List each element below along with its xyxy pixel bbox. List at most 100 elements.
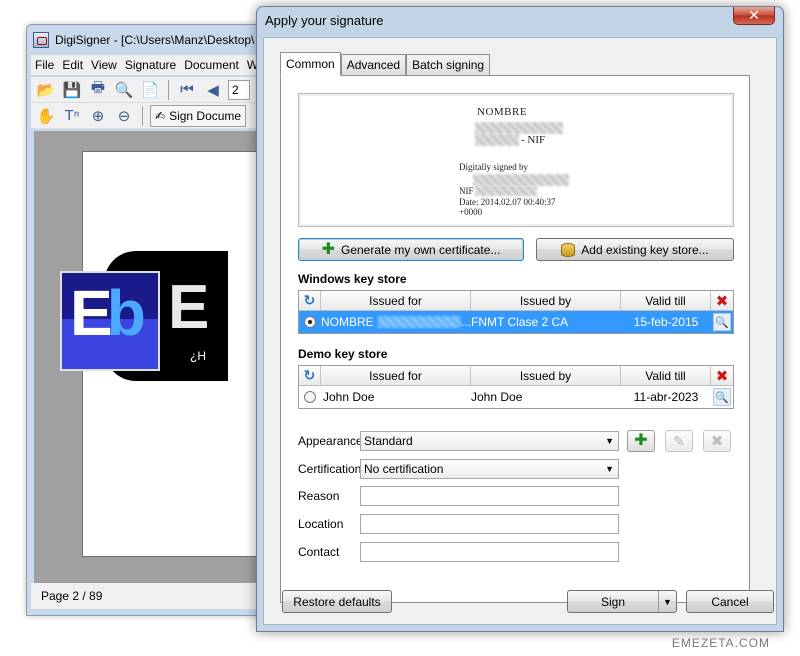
column-issued-for[interactable]: Issued for xyxy=(321,291,471,310)
toolbar-separator xyxy=(168,79,169,100)
sign-label: Sign xyxy=(600,594,626,609)
delete-store-button[interactable]: ✖ xyxy=(711,366,733,385)
plus-icon: ✚ xyxy=(634,432,648,449)
plus-icon: ✚ xyxy=(321,240,335,258)
column-valid-till[interactable]: Valid till xyxy=(621,366,711,385)
text-select-icon[interactable]: Tⁿ xyxy=(61,105,83,127)
digisigner-app-icon xyxy=(33,32,49,48)
add-appearance-button[interactable]: ✚ xyxy=(627,430,655,452)
delete-icon: ✖ xyxy=(715,292,729,310)
column-valid-till[interactable]: Valid till xyxy=(621,291,711,310)
edit-appearance-button[interactable]: ✎ xyxy=(665,430,693,452)
sign-options-dropdown[interactable]: ▼ xyxy=(658,591,676,612)
zoom-in-icon[interactable]: ⊕ xyxy=(87,105,109,127)
tab-advanced[interactable]: Advanced xyxy=(340,54,407,75)
logo-letter-e: E xyxy=(70,277,113,349)
status-bar: Page 2 / 89 xyxy=(31,583,275,609)
redacted-id xyxy=(475,134,519,146)
contact-field[interactable] xyxy=(360,542,619,562)
print-preview-icon[interactable]: 🔍 xyxy=(113,79,135,101)
restore-defaults-button[interactable]: Restore defaults xyxy=(282,590,392,613)
certificate-radio[interactable] xyxy=(304,391,316,403)
eb-logo: Eb xyxy=(60,271,160,371)
tab-common[interactable]: Common xyxy=(280,52,341,76)
preview-nif: - NIF xyxy=(521,134,546,146)
save-icon[interactable]: 💾 xyxy=(61,79,83,101)
generate-certificate-button[interactable]: ✚ Generate my own certificate... xyxy=(298,238,524,261)
windows-key-store-title: Windows key store xyxy=(298,272,407,286)
page-number-input[interactable] xyxy=(228,79,250,100)
table-row[interactable]: John Doe John Doe 11-abr-2023 🔍 xyxy=(299,386,733,408)
add-key-store-button[interactable]: Add existing key store... xyxy=(536,238,734,261)
location-field[interactable] xyxy=(360,514,619,534)
dialog-title: Apply your signature xyxy=(265,13,384,28)
view-certificate-icon[interactable]: 🔍 xyxy=(713,313,731,331)
hand-tool-icon[interactable]: ✋ xyxy=(35,105,57,127)
appearance-value: Standard xyxy=(364,434,413,448)
certificate-radio[interactable] xyxy=(304,316,316,328)
delete-appearance-button[interactable]: ✖ xyxy=(703,430,731,452)
pen-icon: ✍ xyxy=(155,108,166,123)
page-status: Page 2 / 89 xyxy=(41,589,103,603)
document-icon[interactable]: 📄 xyxy=(139,79,161,101)
print-icon[interactable]: 🖶 xyxy=(87,79,109,101)
open-folder-icon[interactable]: 📂 xyxy=(35,79,57,101)
logo-partial-letter: E xyxy=(168,273,210,342)
menu-view[interactable]: View xyxy=(91,58,117,72)
signature-preview: NOMBRE - NIF Digitally signed by NIF Dat… xyxy=(298,93,734,227)
delete-icon: ✖ xyxy=(715,367,729,385)
common-tab-panel: NOMBRE - NIF Digitally signed by NIF Dat… xyxy=(280,75,750,603)
certification-label: Certification xyxy=(298,462,362,476)
add-key-store-label: Add existing key store... xyxy=(581,242,709,257)
menu-signature[interactable]: Signature xyxy=(125,58,176,72)
issued-by-value: FNMT Clase 2 CA xyxy=(471,315,569,329)
document-viewer[interactable]: Eb E ¿H xyxy=(34,131,276,583)
delete-store-button[interactable]: ✖ xyxy=(711,291,733,310)
first-page-icon[interactable]: ⏮ xyxy=(176,79,198,101)
dialog-body: Common Advanced Batch signing NOMBRE - N… xyxy=(263,37,777,625)
certification-value: No certification xyxy=(364,462,444,476)
main-window-title-text: DigiSigner - [C:\Users\Manz\Desktop\ xyxy=(55,33,255,47)
issued-for-ellipsis: ... xyxy=(460,315,471,329)
refresh-button[interactable]: ↻ xyxy=(299,291,321,310)
restore-defaults-label: Restore defaults xyxy=(293,594,381,609)
sign-document-button[interactable]: ✍ Sign Docume xyxy=(150,104,247,127)
previous-page-icon[interactable]: ◀ xyxy=(202,79,224,101)
watermark: EMEZETA.COM xyxy=(671,636,770,650)
main-window-title: DigiSigner - [C:\Users\Manz\Desktop\ xyxy=(33,31,254,49)
appearance-label: Appearance xyxy=(298,434,363,448)
menu-document[interactable]: Document xyxy=(184,58,239,72)
appearance-select[interactable]: Standard ▼ xyxy=(360,431,619,451)
close-button[interactable]: ✕ xyxy=(733,7,775,25)
cancel-label: Cancel xyxy=(711,594,749,609)
reason-label: Reason xyxy=(298,489,340,503)
menu-file[interactable]: File xyxy=(35,58,54,72)
redacted-signer xyxy=(473,174,569,186)
redacted-holder xyxy=(377,316,461,328)
column-issued-for[interactable]: Issued for xyxy=(321,366,471,385)
pencil-icon: ✎ xyxy=(673,432,685,449)
reason-field[interactable] xyxy=(360,486,619,506)
chevron-down-icon: ▼ xyxy=(605,436,614,446)
preview-date: Date: 2014.02.07 00:40:37 xyxy=(459,197,556,207)
column-issued-by[interactable]: Issued by xyxy=(471,291,621,310)
view-certificate-icon[interactable]: 🔍 xyxy=(713,388,731,406)
cancel-button[interactable]: Cancel xyxy=(686,590,774,613)
refresh-icon: ↻ xyxy=(303,292,316,308)
zoom-out-icon[interactable]: ⊖ xyxy=(113,105,135,127)
menu-edit[interactable]: Edit xyxy=(62,58,83,72)
issued-for-value: John Doe xyxy=(323,390,375,404)
tab-bar: Common Advanced Batch signing xyxy=(280,52,491,76)
tab-batch-signing[interactable]: Batch signing xyxy=(406,54,491,75)
table-header: ↻ Issued for Issued by Valid till ✖ xyxy=(299,366,733,386)
certification-select[interactable]: No certification ▼ xyxy=(360,459,619,479)
generate-certificate-label: Generate my own certificate... xyxy=(341,242,501,257)
sign-document-label: Sign Docume xyxy=(169,108,242,123)
column-issued-by[interactable]: Issued by xyxy=(471,366,621,385)
table-row[interactable]: NOMBRE ... FNMT Clase 2 CA 15-feb-2015 🔍 xyxy=(299,311,733,333)
preview-nif-label: NIF xyxy=(459,186,474,196)
delete-icon: ✖ xyxy=(710,433,724,450)
redacted-nif xyxy=(475,186,537,196)
sign-button[interactable]: Sign ▼ xyxy=(567,590,677,613)
refresh-button[interactable]: ↻ xyxy=(299,366,321,385)
